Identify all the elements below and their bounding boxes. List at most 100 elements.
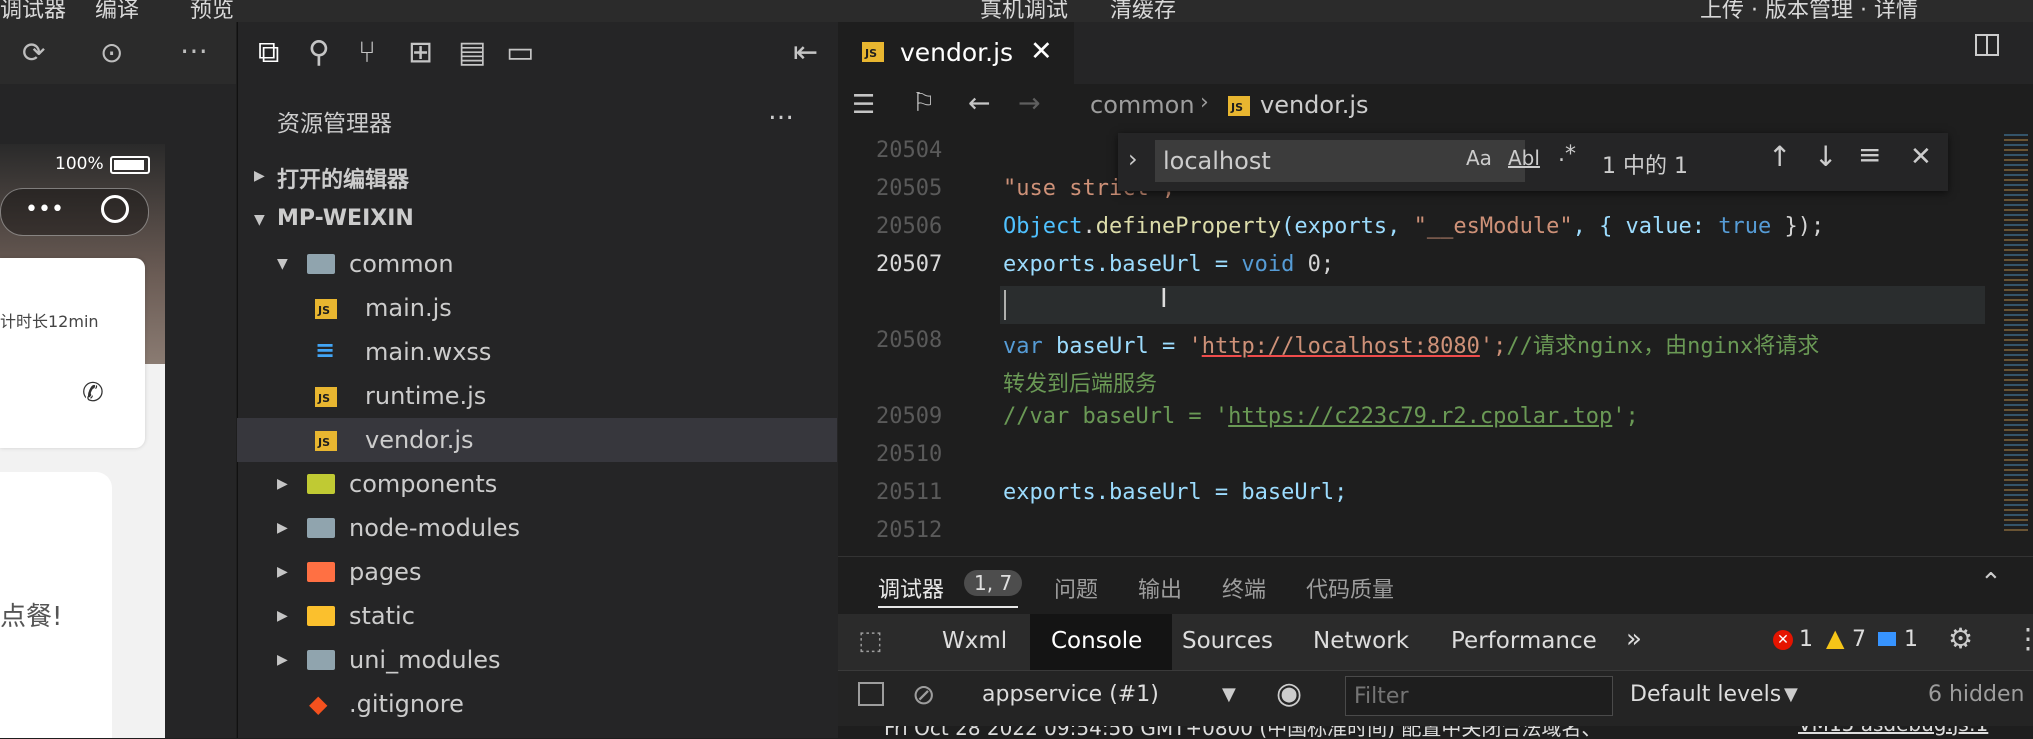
collapse-sidebar-icon[interactable]: ⇤ xyxy=(793,38,818,68)
close-icon[interactable]: ✕ xyxy=(1030,36,1053,67)
tree-item-vendor-js[interactable]: JS vendor.js xyxy=(237,418,837,462)
settings-gear-icon[interactable]: ⚙ xyxy=(1948,622,1973,655)
explorer-more-button[interactable]: … xyxy=(768,96,794,126)
section-open-editors[interactable]: ▶ 打开的编辑器 xyxy=(237,154,837,198)
popup-text: 点餐! xyxy=(0,602,63,632)
chevron-down-icon: ▼ xyxy=(277,256,288,272)
match-case-button[interactable]: Aa xyxy=(1466,146,1492,170)
code-link[interactable]: https://c223c79.r2.cpolar.top xyxy=(1228,404,1612,429)
error-icon: ✕ xyxy=(1773,630,1793,650)
phone-icon[interactable]: ✆ xyxy=(82,378,104,408)
search-icon[interactable]: ⚲ xyxy=(308,38,330,68)
code-line-wrap: 转发到后端服务 xyxy=(1003,372,1158,397)
code-token: , { value: xyxy=(1572,214,1719,239)
minimap[interactable] xyxy=(2000,128,2033,556)
warning-count[interactable]: 7 xyxy=(1852,627,1866,652)
tree-item-uni-modules[interactable]: ▶ uni_modules xyxy=(237,638,837,682)
devtools-tab-performance[interactable]: Performance xyxy=(1451,628,1597,654)
back-arrow-icon[interactable]: ← xyxy=(968,88,991,119)
find-in-selection-icon[interactable]: ≡ xyxy=(1858,138,1881,171)
bookmark-icon[interactable]: ⚐ xyxy=(912,88,935,118)
tree-item-node-modules[interactable]: ▶ node-modules xyxy=(237,506,837,550)
more-icon[interactable]: ⋯ xyxy=(180,37,208,65)
more-tabs-button[interactable]: » xyxy=(1626,624,1642,654)
chevron-down-icon[interactable]: ▼ xyxy=(1222,684,1236,705)
code-token: ' xyxy=(1188,334,1202,359)
editor-tab-vendor-js[interactable]: JS vendor.js ✕ xyxy=(838,22,1074,84)
regex-button[interactable]: .* xyxy=(1558,142,1576,167)
tree-item-label: vendor.js xyxy=(365,426,474,454)
sidebar-toggle-icon[interactable] xyxy=(858,682,884,706)
tab-debugger[interactable]: 调试器 xyxy=(878,572,944,604)
stop-icon[interactable]: ⊙ xyxy=(100,39,123,67)
menu-item-compile[interactable]: 编译 xyxy=(95,0,139,22)
error-count[interactable]: 1 xyxy=(1799,627,1813,652)
menu-clipped[interactable]: 调试器 xyxy=(0,0,66,22)
devtools-tab-sources[interactable]: Sources xyxy=(1182,628,1273,654)
tab-terminal[interactable]: 终端 xyxy=(1222,572,1266,604)
console-log-source[interactable]: VM15 asdebug.js:1 xyxy=(1798,726,1988,736)
capsule-button[interactable]: ••• xyxy=(0,188,149,236)
list-icon[interactable]: ☰ xyxy=(852,90,875,120)
close-find-icon[interactable]: ✕ xyxy=(1910,142,1932,172)
tab-code-quality[interactable]: 代码质量 xyxy=(1306,572,1394,604)
code-link[interactable]: http://localhost:8080 xyxy=(1202,334,1480,359)
docker-icon[interactable]: ▭ xyxy=(506,38,534,68)
chevron-up-icon[interactable]: ⌃ xyxy=(1980,568,2002,598)
previous-match-icon[interactable]: ↑ xyxy=(1768,140,1791,173)
capsule-more-icon[interactable]: ••• xyxy=(25,197,64,222)
devtools-tab-console[interactable]: Console xyxy=(1051,628,1142,654)
tree-item-common[interactable]: ▼ common xyxy=(237,242,837,286)
eye-icon[interactable]: ◉ xyxy=(1276,676,1302,711)
devtools-tab-wxml[interactable]: Wxml xyxy=(942,628,1007,654)
context-select[interactable]: appservice (#1) xyxy=(982,682,1159,707)
tree-item-pages[interactable]: ▶ pages xyxy=(237,550,837,594)
devtools-tab-network[interactable]: Network xyxy=(1313,628,1409,654)
tree-item-static[interactable]: ▶ static xyxy=(237,594,837,638)
section-project[interactable]: ▼ MP-WEIXIN xyxy=(237,198,837,242)
forward-arrow-icon[interactable]: → xyxy=(1018,88,1041,119)
menu-item-clear-cache[interactable]: 清缓存 xyxy=(1110,0,1176,22)
line-number: 20510 xyxy=(876,442,943,467)
menu-item-device-debug[interactable]: 真机调试 xyxy=(980,0,1068,22)
tree-item-main-wxss[interactable]: ≡ main.wxss xyxy=(237,330,837,374)
clear-console-icon[interactable]: ⊘ xyxy=(912,678,935,711)
git-icon: ◆ xyxy=(309,690,328,718)
kebab-menu-icon[interactable]: ⋮ xyxy=(2014,622,2033,655)
code-token: exports xyxy=(1003,252,1096,277)
filter-input[interactable] xyxy=(1345,676,1613,716)
tree-item-gitignore[interactable]: ◆ .gitignore xyxy=(237,682,837,726)
popup-card: 点餐! xyxy=(0,472,112,738)
split-editor-icon[interactable] xyxy=(1975,34,1999,56)
breadcrumb-common[interactable]: common xyxy=(1090,91,1195,119)
js-file-icon: JS xyxy=(315,387,337,407)
activity-bar: ⧉ ⚲ ⑂ ⊞ ▤ ▭ ⇤ xyxy=(237,22,838,84)
chevron-right-icon: › xyxy=(1200,90,1209,115)
menu-item-preview[interactable]: 预览 xyxy=(190,0,234,22)
chevron-down-icon: ▼ xyxy=(254,212,265,228)
explorer-icon[interactable]: ⧉ xyxy=(258,38,279,68)
save-icon[interactable]: ▤ xyxy=(458,38,486,68)
tree-item-runtime-js[interactable]: JS runtime.js xyxy=(237,374,837,418)
breadcrumb-file[interactable]: vendor.js xyxy=(1260,91,1369,119)
log-levels-select[interactable]: Default levels xyxy=(1630,682,1781,707)
inspect-element-icon[interactable]: ⬚ xyxy=(858,626,883,656)
info-count[interactable]: 1 xyxy=(1904,627,1918,652)
extensions-icon[interactable]: ⊞ xyxy=(408,38,433,68)
ibeam-cursor-icon: I xyxy=(1160,284,1168,314)
refresh-icon[interactable]: ⟳ xyxy=(22,39,45,67)
tree-item-components[interactable]: ▶ components xyxy=(237,462,837,506)
capsule-close-icon[interactable] xyxy=(101,195,129,223)
next-match-icon[interactable]: ↓ xyxy=(1814,140,1837,173)
line-number: 20509 xyxy=(876,404,943,429)
breadcrumbs-bar: ☰ ⚐ ← → common › JS vendor.js xyxy=(838,84,2033,128)
code-token: var xyxy=(1003,334,1043,359)
whole-word-button[interactable]: Abl xyxy=(1508,146,1540,170)
toggle-replace-icon[interactable]: › xyxy=(1128,145,1138,173)
tree-item-label: main.js xyxy=(365,294,452,322)
tab-problems[interactable]: 问题 xyxy=(1054,572,1098,604)
tab-output[interactable]: 输出 xyxy=(1138,572,1182,604)
tree-item-main-js[interactable]: JS main.js xyxy=(237,286,837,330)
source-control-icon[interactable]: ⑂ xyxy=(358,38,376,68)
chevron-down-icon[interactable]: ▼ xyxy=(1784,684,1798,705)
